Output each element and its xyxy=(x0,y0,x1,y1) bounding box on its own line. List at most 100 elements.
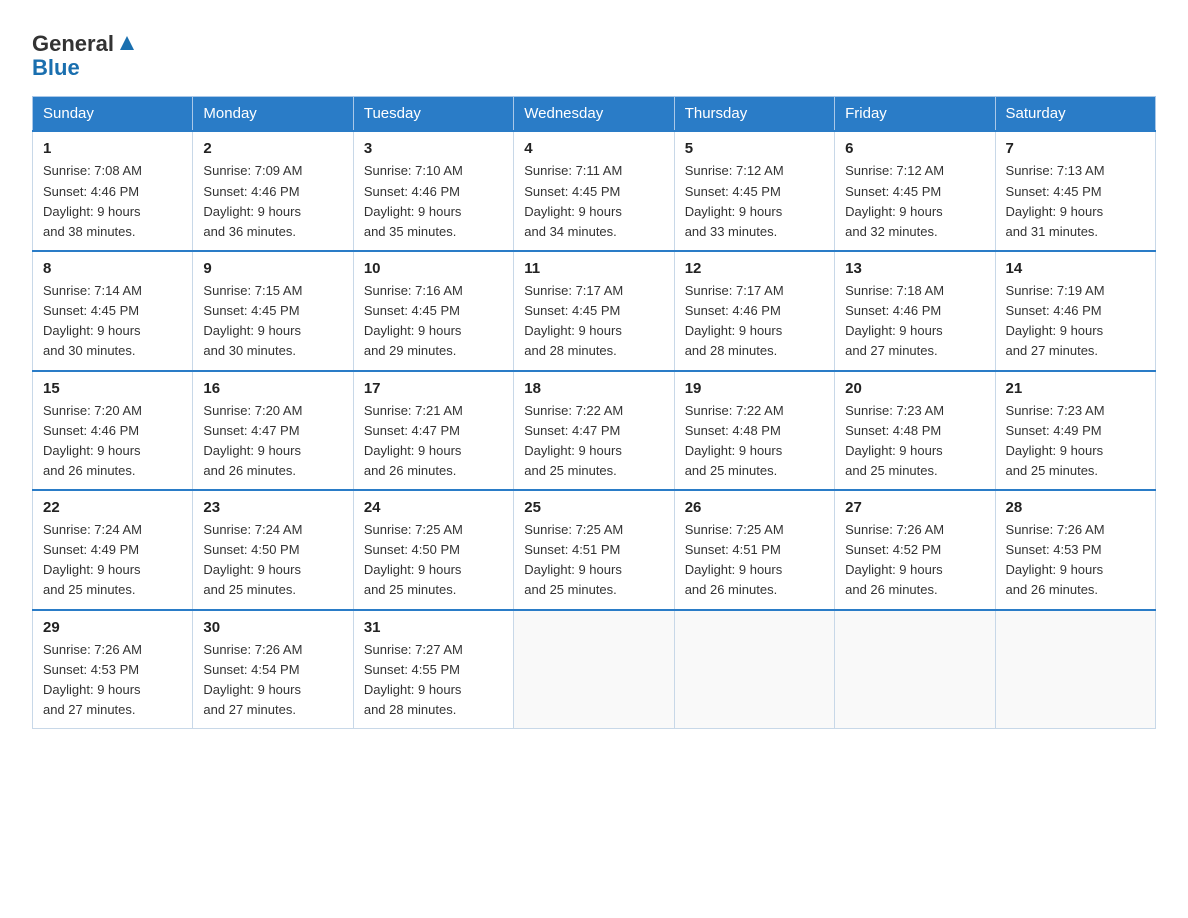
calendar-cell: 14 Sunrise: 7:19 AMSunset: 4:46 PMDaylig… xyxy=(995,251,1155,371)
day-number: 9 xyxy=(203,260,342,277)
day-info: Sunrise: 7:20 AMSunset: 4:46 PMDaylight:… xyxy=(43,401,182,482)
day-number: 2 xyxy=(203,140,342,157)
day-number: 12 xyxy=(685,260,824,277)
calendar-cell: 22 Sunrise: 7:24 AMSunset: 4:49 PMDaylig… xyxy=(33,490,193,610)
day-number: 26 xyxy=(685,499,824,516)
calendar-cell: 12 Sunrise: 7:17 AMSunset: 4:46 PMDaylig… xyxy=(674,251,834,371)
day-number: 21 xyxy=(1006,380,1145,397)
calendar-table: SundayMondayTuesdayWednesdayThursdayFrid… xyxy=(32,96,1156,729)
day-info: Sunrise: 7:24 AMSunset: 4:50 PMDaylight:… xyxy=(203,520,342,601)
day-info: Sunrise: 7:10 AMSunset: 4:46 PMDaylight:… xyxy=(364,161,503,242)
calendar-cell: 27 Sunrise: 7:26 AMSunset: 4:52 PMDaylig… xyxy=(835,490,995,610)
day-number: 29 xyxy=(43,619,182,636)
logo-triangle-icon xyxy=(116,32,138,54)
calendar-header-friday: Friday xyxy=(835,97,995,132)
day-number: 31 xyxy=(364,619,503,636)
calendar-cell: 4 Sunrise: 7:11 AMSunset: 4:45 PMDayligh… xyxy=(514,131,674,251)
calendar-cell: 7 Sunrise: 7:13 AMSunset: 4:45 PMDayligh… xyxy=(995,131,1155,251)
day-number: 20 xyxy=(845,380,984,397)
calendar-cell xyxy=(995,610,1155,729)
day-number: 15 xyxy=(43,380,182,397)
day-info: Sunrise: 7:15 AMSunset: 4:45 PMDaylight:… xyxy=(203,281,342,362)
day-number: 10 xyxy=(364,260,503,277)
calendar-cell: 9 Sunrise: 7:15 AMSunset: 4:45 PMDayligh… xyxy=(193,251,353,371)
day-number: 25 xyxy=(524,499,663,516)
calendar-cell: 25 Sunrise: 7:25 AMSunset: 4:51 PMDaylig… xyxy=(514,490,674,610)
calendar-cell: 1 Sunrise: 7:08 AMSunset: 4:46 PMDayligh… xyxy=(33,131,193,251)
day-number: 17 xyxy=(364,380,503,397)
day-info: Sunrise: 7:12 AMSunset: 4:45 PMDaylight:… xyxy=(845,161,984,242)
day-info: Sunrise: 7:26 AMSunset: 4:54 PMDaylight:… xyxy=(203,640,342,721)
day-number: 24 xyxy=(364,499,503,516)
day-info: Sunrise: 7:18 AMSunset: 4:46 PMDaylight:… xyxy=(845,281,984,362)
calendar-header-monday: Monday xyxy=(193,97,353,132)
day-info: Sunrise: 7:26 AMSunset: 4:53 PMDaylight:… xyxy=(1006,520,1145,601)
day-info: Sunrise: 7:21 AMSunset: 4:47 PMDaylight:… xyxy=(364,401,503,482)
logo-general-text: General xyxy=(32,32,114,56)
day-info: Sunrise: 7:16 AMSunset: 4:45 PMDaylight:… xyxy=(364,281,503,362)
day-number: 14 xyxy=(1006,260,1145,277)
calendar-header-tuesday: Tuesday xyxy=(353,97,513,132)
calendar-cell: 5 Sunrise: 7:12 AMSunset: 4:45 PMDayligh… xyxy=(674,131,834,251)
day-number: 7 xyxy=(1006,140,1145,157)
calendar-cell: 10 Sunrise: 7:16 AMSunset: 4:45 PMDaylig… xyxy=(353,251,513,371)
calendar-cell: 26 Sunrise: 7:25 AMSunset: 4:51 PMDaylig… xyxy=(674,490,834,610)
calendar-cell xyxy=(835,610,995,729)
day-info: Sunrise: 7:24 AMSunset: 4:49 PMDaylight:… xyxy=(43,520,182,601)
calendar-week-row: 29 Sunrise: 7:26 AMSunset: 4:53 PMDaylig… xyxy=(33,610,1156,729)
day-number: 28 xyxy=(1006,499,1145,516)
day-info: Sunrise: 7:09 AMSunset: 4:46 PMDaylight:… xyxy=(203,161,342,242)
calendar-cell: 19 Sunrise: 7:22 AMSunset: 4:48 PMDaylig… xyxy=(674,371,834,491)
calendar-cell xyxy=(674,610,834,729)
logo: General Blue xyxy=(32,32,138,80)
calendar-cell: 30 Sunrise: 7:26 AMSunset: 4:54 PMDaylig… xyxy=(193,610,353,729)
calendar-cell: 21 Sunrise: 7:23 AMSunset: 4:49 PMDaylig… xyxy=(995,371,1155,491)
calendar-header-thursday: Thursday xyxy=(674,97,834,132)
calendar-cell: 8 Sunrise: 7:14 AMSunset: 4:45 PMDayligh… xyxy=(33,251,193,371)
calendar-cell: 13 Sunrise: 7:18 AMSunset: 4:46 PMDaylig… xyxy=(835,251,995,371)
logo-blue-text: Blue xyxy=(32,56,80,80)
day-info: Sunrise: 7:27 AMSunset: 4:55 PMDaylight:… xyxy=(364,640,503,721)
day-number: 22 xyxy=(43,499,182,516)
calendar-cell: 16 Sunrise: 7:20 AMSunset: 4:47 PMDaylig… xyxy=(193,371,353,491)
calendar-header-saturday: Saturday xyxy=(995,97,1155,132)
day-info: Sunrise: 7:23 AMSunset: 4:49 PMDaylight:… xyxy=(1006,401,1145,482)
calendar-cell: 20 Sunrise: 7:23 AMSunset: 4:48 PMDaylig… xyxy=(835,371,995,491)
calendar-week-row: 8 Sunrise: 7:14 AMSunset: 4:45 PMDayligh… xyxy=(33,251,1156,371)
calendar-week-row: 1 Sunrise: 7:08 AMSunset: 4:46 PMDayligh… xyxy=(33,131,1156,251)
day-number: 30 xyxy=(203,619,342,636)
day-info: Sunrise: 7:11 AMSunset: 4:45 PMDaylight:… xyxy=(524,161,663,242)
day-number: 6 xyxy=(845,140,984,157)
day-info: Sunrise: 7:22 AMSunset: 4:48 PMDaylight:… xyxy=(685,401,824,482)
calendar-cell: 31 Sunrise: 7:27 AMSunset: 4:55 PMDaylig… xyxy=(353,610,513,729)
day-info: Sunrise: 7:25 AMSunset: 4:50 PMDaylight:… xyxy=(364,520,503,601)
calendar-header-row: SundayMondayTuesdayWednesdayThursdayFrid… xyxy=(33,97,1156,132)
calendar-cell: 18 Sunrise: 7:22 AMSunset: 4:47 PMDaylig… xyxy=(514,371,674,491)
day-number: 1 xyxy=(43,140,182,157)
day-info: Sunrise: 7:13 AMSunset: 4:45 PMDaylight:… xyxy=(1006,161,1145,242)
calendar-cell xyxy=(514,610,674,729)
day-info: Sunrise: 7:12 AMSunset: 4:45 PMDaylight:… xyxy=(685,161,824,242)
day-number: 4 xyxy=(524,140,663,157)
day-number: 18 xyxy=(524,380,663,397)
day-info: Sunrise: 7:22 AMSunset: 4:47 PMDaylight:… xyxy=(524,401,663,482)
calendar-header-sunday: Sunday xyxy=(33,97,193,132)
calendar-header-wednesday: Wednesday xyxy=(514,97,674,132)
calendar-week-row: 22 Sunrise: 7:24 AMSunset: 4:49 PMDaylig… xyxy=(33,490,1156,610)
page-header: General Blue xyxy=(32,24,1156,80)
day-info: Sunrise: 7:17 AMSunset: 4:45 PMDaylight:… xyxy=(524,281,663,362)
day-info: Sunrise: 7:25 AMSunset: 4:51 PMDaylight:… xyxy=(685,520,824,601)
day-number: 13 xyxy=(845,260,984,277)
day-number: 19 xyxy=(685,380,824,397)
calendar-cell: 2 Sunrise: 7:09 AMSunset: 4:46 PMDayligh… xyxy=(193,131,353,251)
day-number: 3 xyxy=(364,140,503,157)
day-number: 23 xyxy=(203,499,342,516)
day-number: 8 xyxy=(43,260,182,277)
calendar-cell: 28 Sunrise: 7:26 AMSunset: 4:53 PMDaylig… xyxy=(995,490,1155,610)
day-info: Sunrise: 7:14 AMSunset: 4:45 PMDaylight:… xyxy=(43,281,182,362)
calendar-cell: 17 Sunrise: 7:21 AMSunset: 4:47 PMDaylig… xyxy=(353,371,513,491)
calendar-cell: 6 Sunrise: 7:12 AMSunset: 4:45 PMDayligh… xyxy=(835,131,995,251)
calendar-cell: 29 Sunrise: 7:26 AMSunset: 4:53 PMDaylig… xyxy=(33,610,193,729)
day-info: Sunrise: 7:17 AMSunset: 4:46 PMDaylight:… xyxy=(685,281,824,362)
calendar-cell: 24 Sunrise: 7:25 AMSunset: 4:50 PMDaylig… xyxy=(353,490,513,610)
